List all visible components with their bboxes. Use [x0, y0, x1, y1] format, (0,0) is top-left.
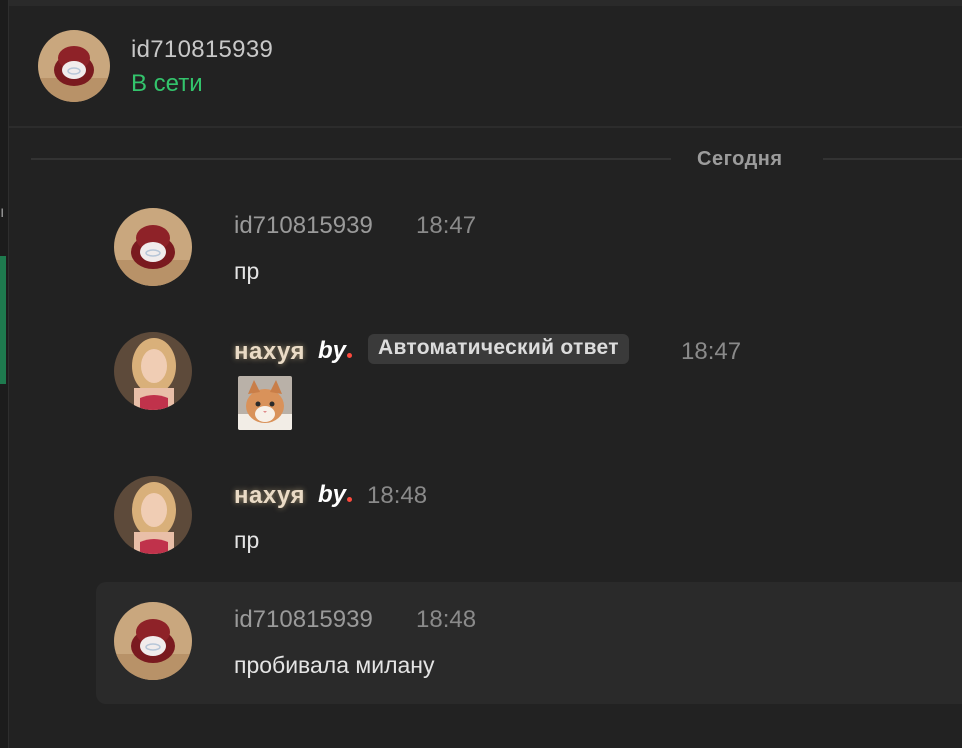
message-time: 18:47 [416, 212, 477, 239]
by-badge-label: by [318, 481, 347, 508]
chat-title[interactable]: id710815939 [131, 36, 273, 64]
sidebar-fragment: ı [0, 204, 5, 221]
message-item[interactable]: нахуя by 18:48 пр [96, 470, 962, 570]
message-text: пр [234, 258, 260, 284]
ring-box-avatar[interactable] [38, 30, 110, 102]
message-author[interactable]: нахуя [234, 338, 305, 366]
by-badge-dot-icon [347, 497, 353, 502]
message-item[interactable]: id710815939 18:47 пр [96, 200, 962, 300]
by-badge: by [318, 481, 353, 509]
girl-avatar[interactable] [114, 332, 192, 410]
message-author[interactable]: нахуя [234, 482, 305, 510]
message-item-hovered[interactable]: id710815939 18:48 пробивала милану [96, 582, 962, 704]
divider-line [31, 158, 671, 160]
date-divider: Сегодня [31, 140, 962, 180]
message-item[interactable]: нахуя by Автоматический ответ 18:47 [96, 326, 962, 446]
message-author[interactable]: id710815939 [234, 212, 373, 240]
cat-sticker[interactable] [238, 376, 292, 430]
chat-header: id710815939 В сети [9, 6, 962, 128]
date-divider-label: Сегодня [697, 148, 783, 170]
girl-avatar[interactable] [114, 476, 192, 554]
by-badge-label: by [318, 337, 347, 364]
by-badge-dot-icon [347, 353, 353, 358]
sidebar-active-indicator [0, 256, 6, 384]
divider-line [823, 158, 962, 160]
online-status: В сети [131, 70, 203, 97]
ring-box-avatar[interactable] [114, 208, 192, 286]
ring-box-avatar[interactable] [114, 602, 192, 680]
message-time: 18:48 [416, 606, 477, 633]
message-text: пр [234, 527, 260, 553]
message-author[interactable]: id710815939 [234, 606, 373, 634]
message-time: 18:47 [681, 338, 742, 365]
auto-reply-badge: Автоматический ответ [368, 334, 629, 364]
message-text: пробивала милану [234, 652, 435, 678]
by-badge: by [318, 337, 353, 365]
message-time: 18:48 [367, 482, 428, 509]
